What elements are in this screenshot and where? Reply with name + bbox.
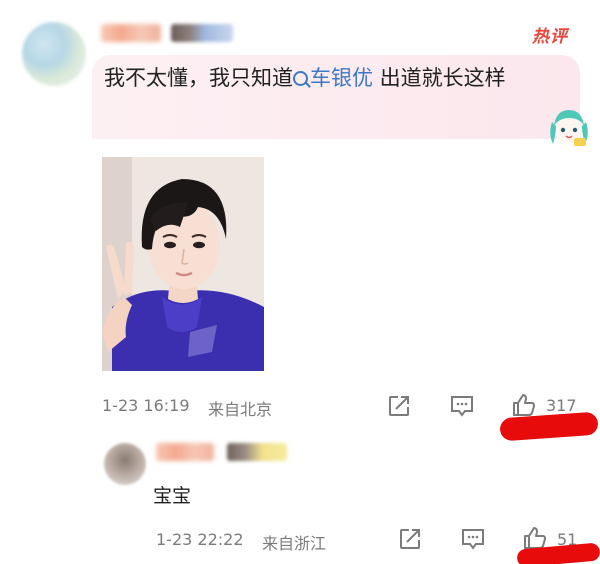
reply-avatar[interactable] (104, 443, 146, 485)
comment-text-after: 出道就长这样 (373, 66, 506, 90)
comment-location: 来自北京 (208, 400, 273, 419)
comment-timestamp: 1-23 16:19 (102, 396, 190, 415)
share-icon[interactable] (387, 394, 411, 418)
reply-name-blurred[interactable] (156, 443, 214, 461)
reply-timestamp: 1-23 22:22 (156, 530, 244, 549)
mention-link[interactable]: 车银优 (293, 66, 373, 90)
comment-icon[interactable] (449, 394, 475, 418)
mention-label: 车银优 (310, 66, 373, 90)
reply-badge-blurred (227, 443, 287, 461)
commenter-badge-blurred (171, 24, 233, 42)
reply-comment-icon[interactable] (460, 527, 486, 551)
comment-text: 我不太懂，我只知道 车银优 出道就长这样 (104, 60, 559, 96)
character-sticker-icon (550, 110, 588, 146)
comment-text-before: 我不太懂，我只知道 (104, 66, 293, 90)
like-count: 317 (546, 396, 577, 415)
commenter-avatar[interactable] (22, 22, 86, 86)
comment-photo[interactable] (102, 157, 264, 371)
commenter-name-blurred[interactable] (101, 24, 161, 42)
search-icon (293, 71, 308, 86)
hot-comment-badge: 热评 (532, 27, 568, 47)
reply-location: 来自浙江 (262, 534, 327, 553)
like-icon[interactable] (511, 392, 537, 418)
reply-share-icon[interactable] (398, 527, 422, 551)
portrait-image (102, 157, 264, 371)
reply-text: 宝宝 (153, 485, 192, 507)
